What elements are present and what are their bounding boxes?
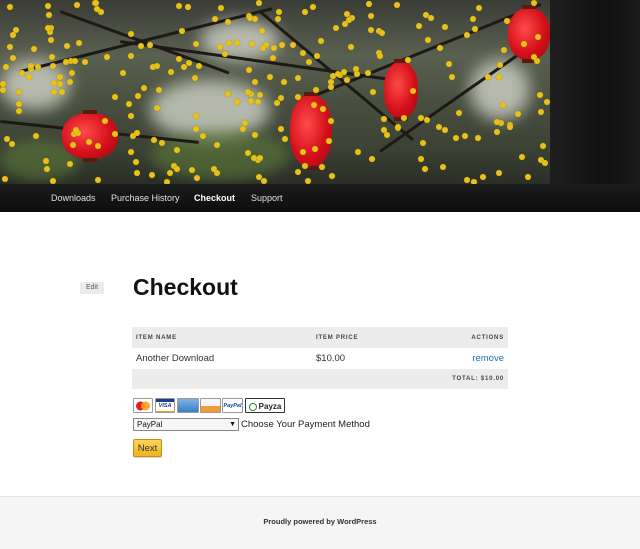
visa-icon: VISA [155,398,175,413]
payza-icon: Payza [245,398,285,413]
paypal-icon: PayPal [222,398,243,413]
next-button[interactable]: Next [133,439,162,457]
cart-item-name: Another Download [136,353,215,364]
mastercard-icon [133,398,153,413]
actions-header: ACTIONS [471,335,504,341]
page-title: Checkout [133,274,238,300]
item-name-header: ITEM NAME [136,335,177,341]
discover-icon [200,398,221,413]
header-image [0,0,640,184]
red-lantern [62,110,118,162]
item-price-header: ITEM PRICE [316,335,359,341]
red-lantern [508,5,550,63]
nav-item-support[interactable]: Support [251,193,283,203]
cart-header-row: ITEM NAME ITEM PRICE ACTIONS [132,327,508,348]
dropdown-arrow-icon: ▼ [229,421,236,428]
remove-item-link[interactable]: remove [472,353,504,364]
payment-method-select[interactable]: PayPal ▼ [133,418,239,431]
cart-item-price: $10.00 [316,353,346,364]
nav-item-checkout[interactable]: Checkout [194,193,235,203]
nav-item-purchase-history[interactable]: Purchase History [111,193,180,203]
cart-table: ITEM NAME ITEM PRICE ACTIONS Another Dow… [132,327,508,389]
cart-item-row: Another Download $10.00 remove [132,348,508,369]
main-navigation: Downloads Purchase History Checkout Supp… [0,184,640,212]
cart-total-row: TOTAL: $10.00 [132,369,508,389]
payment-method-label: Choose Your Payment Method [241,419,370,430]
edit-button[interactable]: Edit [80,282,104,294]
nav-item-downloads[interactable]: Downloads [51,193,96,203]
footer-credit[interactable]: Proudly powered by WordPress [0,517,640,526]
amex-icon [177,398,199,413]
cart-total: TOTAL: $10.00 [452,376,504,382]
site-footer: Proudly powered by WordPress [0,496,640,549]
